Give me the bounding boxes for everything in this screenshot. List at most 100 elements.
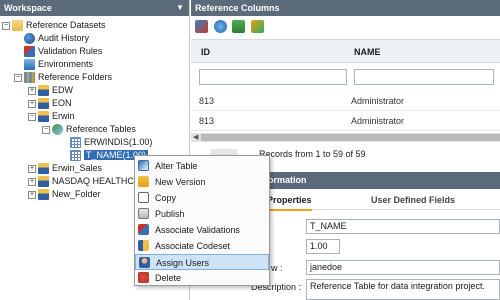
tree-node-label: Reference Folders (38, 72, 113, 83)
name-filter-input[interactable] (354, 69, 494, 85)
filter-row (191, 63, 500, 91)
collapse-icon[interactable]: − (28, 112, 36, 121)
description-field[interactable]: Reference Table for data integration pro… (306, 279, 500, 300)
org-icon (38, 189, 49, 201)
expand-icon[interactable]: + (28, 190, 36, 199)
org-icon (38, 163, 49, 175)
tree-node-label: New_Folder (52, 189, 101, 200)
associate-validations-icon (138, 224, 149, 235)
menu-item-label: Delete (155, 273, 182, 283)
tree-node-label: Validation Rules (38, 46, 103, 57)
menu-item-new-version[interactable]: New Version (135, 174, 269, 190)
publish-icon (138, 208, 149, 219)
tree-node-erwindis[interactable]: ERWINDIS(1.00) (70, 136, 152, 149)
scroll-left-icon[interactable]: ◀ (193, 133, 198, 141)
workspace-title: Workspace (4, 3, 52, 13)
cell-id: 813 (199, 96, 215, 106)
collapse-icon[interactable]: − (42, 125, 50, 134)
menu-item-associate-validations[interactable]: Associate Validations (135, 222, 269, 238)
collapse-icon[interactable]: − (2, 21, 10, 30)
version-field[interactable]: 1.00 (306, 239, 340, 254)
tree-node-erwin-sales[interactable]: + Erwin_Sales (28, 162, 102, 175)
horizontal-scrollbar[interactable]: ◀ (191, 133, 500, 142)
expand-icon[interactable]: + (28, 164, 36, 173)
tree-node-label: Reference Tables (66, 124, 136, 135)
add-column-icon[interactable] (195, 20, 208, 33)
validation-icon (24, 46, 35, 58)
tree-node-erwin[interactable]: − Erwin (28, 110, 75, 123)
tree-node-reference-datasets[interactable]: − Reference Datasets (2, 19, 106, 32)
grid-folder-icon (24, 72, 35, 84)
context-menu: Alter Table New Version Copy Publish Ass… (134, 155, 270, 286)
name-field[interactable]: T_NAME (306, 219, 500, 234)
cell-name: Administrator (351, 96, 405, 106)
audit-icon (24, 33, 35, 45)
tree-node-label: EDW (52, 85, 73, 96)
table-row[interactable]: 813 Administrator (191, 91, 500, 111)
tree-node-label: ERWINDIS(1.00) (84, 137, 153, 148)
tree-node-nasdaq[interactable]: + NASDAQ HEALTHC (28, 175, 134, 188)
globe-icon[interactable] (213, 20, 227, 33)
owner-field[interactable]: janedoe (306, 260, 500, 275)
import-icon[interactable] (232, 20, 246, 33)
tree-node-label: Erwin_Sales (52, 163, 103, 174)
menu-item-associate-codeset[interactable]: Associate Codeset (135, 238, 269, 254)
columns-title: Reference Columns (195, 3, 280, 13)
tree-node-label: Environments (38, 59, 94, 70)
expand-icon[interactable]: + (28, 177, 36, 186)
chevron-down-icon[interactable]: ▼ (176, 0, 184, 16)
assign-users-icon (139, 257, 150, 268)
menu-item-label: Copy (155, 193, 177, 203)
tree-node-reference-tables[interactable]: − Reference Tables (42, 123, 136, 136)
cell-name: Administrator (351, 116, 405, 126)
record-count: Records from 1 to 59 of 59 (259, 149, 366, 159)
column-header-name[interactable]: NAME (354, 40, 381, 64)
folder-open-icon (12, 20, 23, 32)
alter-table-icon (138, 160, 149, 171)
org-icon (38, 176, 49, 188)
columns-header: Reference Columns (191, 0, 500, 16)
tree-node-environments[interactable]: Environments (24, 58, 93, 71)
menu-item-alter-table[interactable]: Alter Table (135, 158, 269, 174)
tree-node-label: NASDAQ HEALTHC (52, 176, 134, 187)
org-icon (38, 98, 49, 110)
environment-icon (24, 59, 35, 71)
associate-codeset-icon (138, 240, 149, 251)
tree-node-edw[interactable]: + EDW (28, 84, 73, 97)
tree-node-eon[interactable]: + EON (28, 97, 72, 110)
menu-item-publish[interactable]: Publish (135, 206, 269, 222)
tree-node-label: Audit History (38, 33, 90, 44)
tree-node-validation-rules[interactable]: Validation Rules (24, 45, 102, 58)
tab-user-defined-fields[interactable]: User Defined Fields (371, 192, 455, 209)
menu-item-label: Publish (155, 209, 185, 219)
table-icon (70, 137, 81, 149)
field-label: w : (271, 263, 283, 273)
multi-edit-icon[interactable] (250, 20, 264, 33)
reference-tables-icon (52, 124, 63, 136)
id-filter-input[interactable] (199, 69, 347, 85)
grid-header-row: ID NAME (191, 39, 500, 63)
menu-item-label: Assign Users (156, 258, 210, 268)
copy-icon (138, 192, 149, 203)
workspace-header: Workspace ▼ (0, 0, 189, 16)
table-icon (70, 150, 81, 162)
tree-node-label: Reference Datasets (26, 20, 106, 31)
column-header-id[interactable]: ID (201, 40, 210, 64)
expand-icon[interactable]: + (28, 99, 36, 108)
menu-item-delete[interactable]: Delete (135, 270, 269, 286)
tree-node-audit-history[interactable]: Audit History (24, 32, 89, 45)
menu-item-assign-users[interactable]: Assign Users (135, 254, 269, 270)
tree-node-new-folder[interactable]: + New_Folder (28, 188, 101, 201)
tree-node-label: EON (52, 98, 72, 109)
scrollbar-thumb[interactable] (201, 134, 500, 141)
columns-toolbar (191, 17, 500, 37)
expand-icon[interactable]: + (28, 86, 36, 95)
new-version-icon (138, 176, 149, 187)
collapse-icon[interactable]: − (14, 73, 22, 82)
columns-grid: ID NAME 813 Administrator 813 Administra… (191, 39, 500, 131)
table-row[interactable]: 813 Administrator (191, 111, 500, 131)
menu-item-copy[interactable]: Copy (135, 190, 269, 206)
tree-node-reference-folders[interactable]: − Reference Folders (14, 71, 112, 84)
menu-item-label: Associate Codeset (155, 241, 231, 251)
tab-properties[interactable]: Properties (267, 192, 312, 211)
